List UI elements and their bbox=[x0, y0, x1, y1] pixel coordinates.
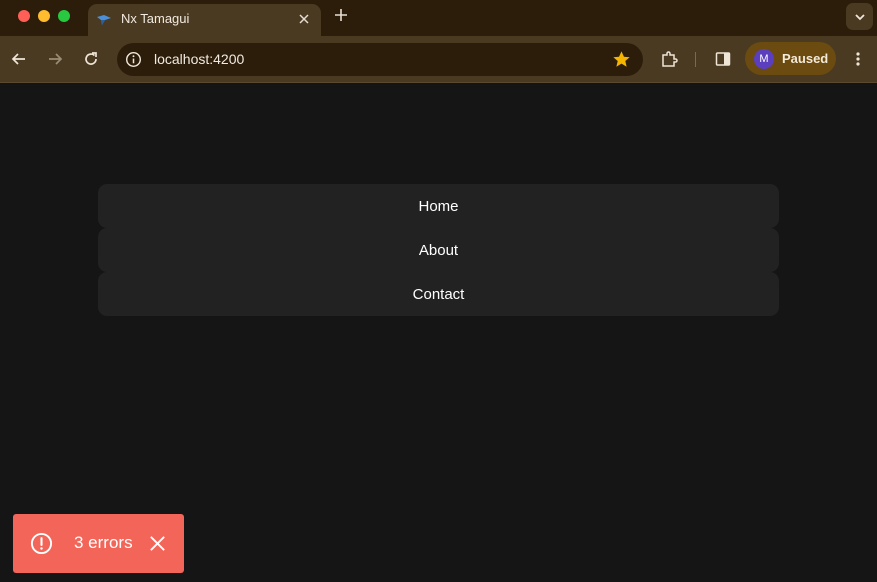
error-alert-icon bbox=[30, 532, 53, 555]
favicon-icon bbox=[97, 15, 111, 25]
nav-item-about[interactable]: About bbox=[98, 228, 779, 272]
new-tab-icon[interactable] bbox=[331, 6, 351, 26]
url-text: localhost:4200 bbox=[154, 51, 245, 67]
nav-item-home[interactable]: Home bbox=[98, 184, 779, 228]
toolbar-divider bbox=[695, 52, 696, 67]
reload-icon bbox=[85, 52, 97, 65]
puzzle-icon bbox=[662, 51, 678, 67]
window-minimize-button[interactable] bbox=[38, 10, 50, 22]
error-toast[interactable]: 3 errors bbox=[13, 514, 184, 573]
error-count: 3 errors bbox=[74, 533, 133, 552]
tab-search-button[interactable] bbox=[846, 3, 873, 30]
back-button[interactable] bbox=[8, 48, 30, 70]
profile-button[interactable]: M Paused bbox=[745, 42, 836, 75]
chevron-down-icon bbox=[854, 13, 865, 20]
close-icon[interactable] bbox=[147, 533, 168, 554]
arrow-left-icon bbox=[11, 53, 25, 65]
side-panel-button[interactable] bbox=[712, 48, 734, 70]
window-maximize-button[interactable] bbox=[58, 10, 70, 22]
more-vertical-icon bbox=[856, 52, 860, 66]
tab-title: Nx Tamagui bbox=[121, 11, 190, 26]
profile-status: Paused bbox=[782, 51, 829, 66]
browser-toolbar: localhost:4200 M Paused bbox=[0, 36, 877, 83]
nav-item-contact[interactable]: Contact bbox=[98, 272, 779, 316]
site-info-icon[interactable] bbox=[125, 51, 142, 68]
forward-button[interactable] bbox=[44, 48, 66, 70]
browser-tab[interactable]: Nx Tamagui bbox=[88, 4, 321, 36]
nav-list: Home About Contact bbox=[98, 184, 779, 316]
tab-strip: Nx Tamagui bbox=[0, 0, 877, 36]
avatar: M bbox=[754, 49, 774, 69]
reload-button[interactable] bbox=[80, 48, 102, 70]
tab-close-icon[interactable] bbox=[295, 10, 313, 28]
window-close-button[interactable] bbox=[18, 10, 30, 22]
side-panel-icon bbox=[715, 52, 731, 66]
menu-button[interactable] bbox=[847, 48, 869, 70]
address-bar[interactable]: localhost:4200 bbox=[117, 43, 643, 76]
arrow-right-icon bbox=[49, 53, 63, 65]
bookmark-star-icon[interactable] bbox=[612, 50, 631, 69]
extensions-button[interactable] bbox=[658, 48, 680, 70]
